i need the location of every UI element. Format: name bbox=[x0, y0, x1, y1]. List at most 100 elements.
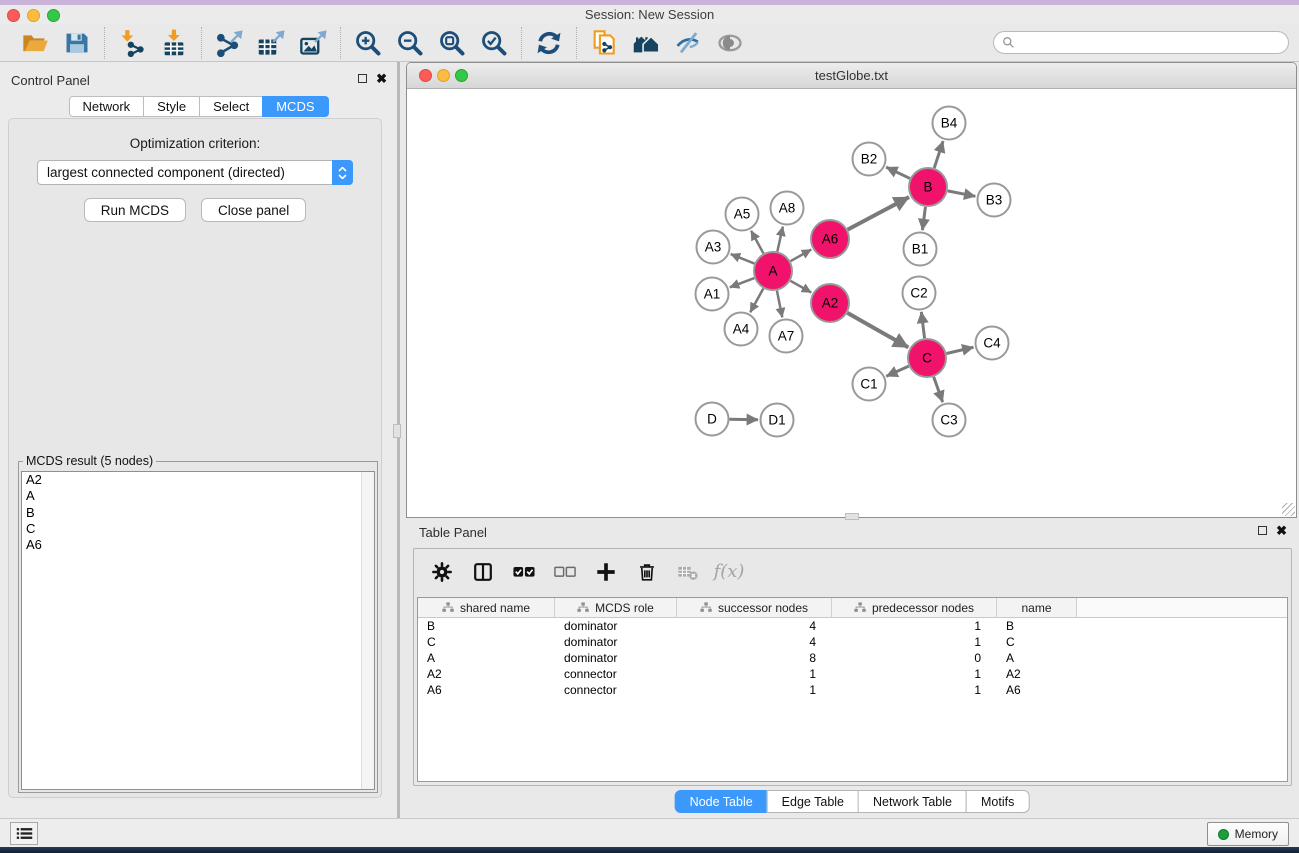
tab-network[interactable]: Network bbox=[68, 96, 144, 117]
tab-style[interactable]: Style bbox=[143, 96, 200, 117]
zoom-fit-icon[interactable] bbox=[437, 28, 467, 58]
float-panel-icon[interactable] bbox=[1258, 526, 1267, 535]
memory-label: Memory bbox=[1235, 827, 1278, 841]
node-table: shared nameMCDS rolesuccessor nodesprede… bbox=[417, 597, 1288, 782]
close-panel-icon[interactable]: ✖ bbox=[376, 73, 387, 84]
cell-shared-name[interactable]: C bbox=[418, 634, 555, 650]
cell-predecessor-nodes[interactable]: 1 bbox=[832, 634, 997, 650]
search-input[interactable] bbox=[1020, 35, 1280, 50]
cell-successor-nodes[interactable]: 4 bbox=[677, 634, 832, 650]
cell-shared-name[interactable]: A bbox=[418, 650, 555, 666]
task-history-button[interactable] bbox=[10, 822, 38, 845]
import-network-icon[interactable] bbox=[117, 28, 147, 58]
network-graph: AA1A2A3A4A5A6A7A8BB1B2B3B4CC1C2C3C4DD1 bbox=[407, 90, 1296, 518]
tree-icon bbox=[700, 602, 712, 613]
show-graphics-details-icon[interactable] bbox=[715, 28, 745, 58]
cell-mcds-role[interactable]: dominator bbox=[555, 618, 677, 634]
node-label: C4 bbox=[983, 336, 1001, 351]
table-row[interactable]: Cdominator41C bbox=[418, 634, 1287, 650]
tab-mcds[interactable]: MCDS bbox=[262, 96, 328, 117]
control-panel-tabs: NetworkStyleSelectMCDS bbox=[68, 96, 328, 117]
cell-successor-nodes[interactable]: 1 bbox=[677, 666, 832, 682]
delete-row-icon[interactable] bbox=[635, 560, 659, 584]
cell-successor-nodes[interactable]: 4 bbox=[677, 618, 832, 634]
tab-network-table[interactable]: Network Table bbox=[858, 790, 967, 813]
cell-name[interactable]: B bbox=[997, 618, 1077, 634]
tab-node-table[interactable]: Node Table bbox=[675, 790, 768, 813]
network-canvas[interactable]: AA1A2A3A4A5A6A7A8BB1B2B3B4CC1C2C3C4DD1 bbox=[407, 90, 1296, 517]
export-network-icon[interactable] bbox=[214, 28, 244, 58]
table-panel-title: Table Panel bbox=[419, 525, 487, 540]
table-row[interactable]: Adominator80A bbox=[418, 650, 1287, 666]
table-row[interactable]: A2connector11A2 bbox=[418, 666, 1287, 682]
cell-mcds-role[interactable]: dominator bbox=[555, 650, 677, 666]
column-header-mcds-role[interactable]: MCDS role bbox=[555, 598, 677, 617]
horizontal-splitter-handle[interactable] bbox=[845, 513, 859, 520]
vertical-splitter-handle[interactable] bbox=[393, 424, 401, 438]
cell-name[interactable]: C bbox=[997, 634, 1077, 650]
cell-name[interactable]: A6 bbox=[997, 682, 1077, 698]
save-session-icon[interactable] bbox=[62, 28, 92, 58]
add-row-icon[interactable] bbox=[594, 560, 618, 584]
cell-mcds-role[interactable]: connector bbox=[555, 666, 677, 682]
new-network-from-selection-icon[interactable] bbox=[589, 28, 619, 58]
zoom-out-icon[interactable] bbox=[395, 28, 425, 58]
tab-motifs[interactable]: Motifs bbox=[966, 790, 1029, 813]
zoom-selected-icon[interactable] bbox=[479, 28, 509, 58]
column-header-successor-nodes[interactable]: successor nodes bbox=[677, 598, 832, 617]
float-panel-icon[interactable] bbox=[358, 74, 367, 83]
settings-gear-icon[interactable] bbox=[430, 560, 454, 584]
cell-successor-nodes[interactable]: 1 bbox=[677, 682, 832, 698]
refresh-icon[interactable] bbox=[534, 28, 564, 58]
import-table-icon[interactable] bbox=[159, 28, 189, 58]
scrollbar-track[interactable] bbox=[361, 472, 374, 789]
cell-mcds-role[interactable]: dominator bbox=[555, 634, 677, 650]
result-item[interactable]: C bbox=[22, 521, 374, 537]
open-file-icon[interactable] bbox=[20, 28, 50, 58]
table-row[interactable]: Bdominator41B bbox=[418, 618, 1287, 634]
cell-shared-name[interactable]: B bbox=[418, 618, 555, 634]
cell-name[interactable]: A2 bbox=[997, 666, 1077, 682]
export-image-icon[interactable] bbox=[298, 28, 328, 58]
close-panel-icon[interactable]: ✖ bbox=[1276, 525, 1287, 536]
table-row[interactable]: A6connector11A6 bbox=[418, 682, 1287, 698]
result-item[interactable]: A6 bbox=[22, 537, 374, 553]
first-neighbors-icon[interactable] bbox=[631, 28, 661, 58]
search-box[interactable] bbox=[993, 31, 1289, 54]
list-icon bbox=[16, 826, 33, 841]
cell-predecessor-nodes[interactable]: 0 bbox=[832, 650, 997, 666]
edge-A-A4 bbox=[750, 289, 763, 313]
cell-predecessor-nodes[interactable]: 1 bbox=[832, 682, 997, 698]
result-item[interactable]: A2 bbox=[22, 472, 374, 488]
status-bar: Memory bbox=[0, 818, 1299, 847]
result-item[interactable]: B bbox=[22, 505, 374, 521]
cell-shared-name[interactable]: A6 bbox=[418, 682, 555, 698]
export-table-icon[interactable] bbox=[256, 28, 286, 58]
criterion-select[interactable]: largest connected component (directed) bbox=[37, 160, 353, 185]
zoom-in-icon[interactable] bbox=[353, 28, 383, 58]
cell-shared-name[interactable]: A2 bbox=[418, 666, 555, 682]
tab-select[interactable]: Select bbox=[199, 96, 263, 117]
network-window-titlebar[interactable]: testGlobe.txt bbox=[407, 63, 1296, 89]
toolbar-group bbox=[104, 27, 201, 59]
close-panel-button[interactable]: Close panel bbox=[201, 198, 306, 222]
tab-edge-table[interactable]: Edge Table bbox=[767, 790, 859, 813]
column-header-shared-name[interactable]: shared name bbox=[418, 598, 555, 617]
cell-name[interactable]: A bbox=[997, 650, 1077, 666]
cell-predecessor-nodes[interactable]: 1 bbox=[832, 618, 997, 634]
column-header-name[interactable]: name bbox=[997, 598, 1077, 617]
run-mcds-button[interactable]: Run MCDS bbox=[84, 198, 186, 222]
hide-graphics-details-icon[interactable] bbox=[673, 28, 703, 58]
cell-successor-nodes[interactable]: 8 bbox=[677, 650, 832, 666]
window-resize-grip[interactable] bbox=[1282, 503, 1295, 516]
cell-mcds-role[interactable]: connector bbox=[555, 682, 677, 698]
cell-predecessor-nodes[interactable]: 1 bbox=[832, 666, 997, 682]
memory-button[interactable]: Memory bbox=[1207, 822, 1289, 846]
result-item[interactable]: A bbox=[22, 488, 374, 504]
column-chooser-icon[interactable] bbox=[471, 560, 495, 584]
mcds-result-list[interactable]: A2ABCA6 bbox=[21, 471, 375, 790]
vertical-splitter[interactable] bbox=[397, 62, 400, 818]
deselect-all-checkboxes-icon[interactable] bbox=[553, 560, 577, 584]
column-header-predecessor-nodes[interactable]: predecessor nodes bbox=[832, 598, 997, 617]
select-all-checkboxes-icon[interactable] bbox=[512, 560, 536, 584]
